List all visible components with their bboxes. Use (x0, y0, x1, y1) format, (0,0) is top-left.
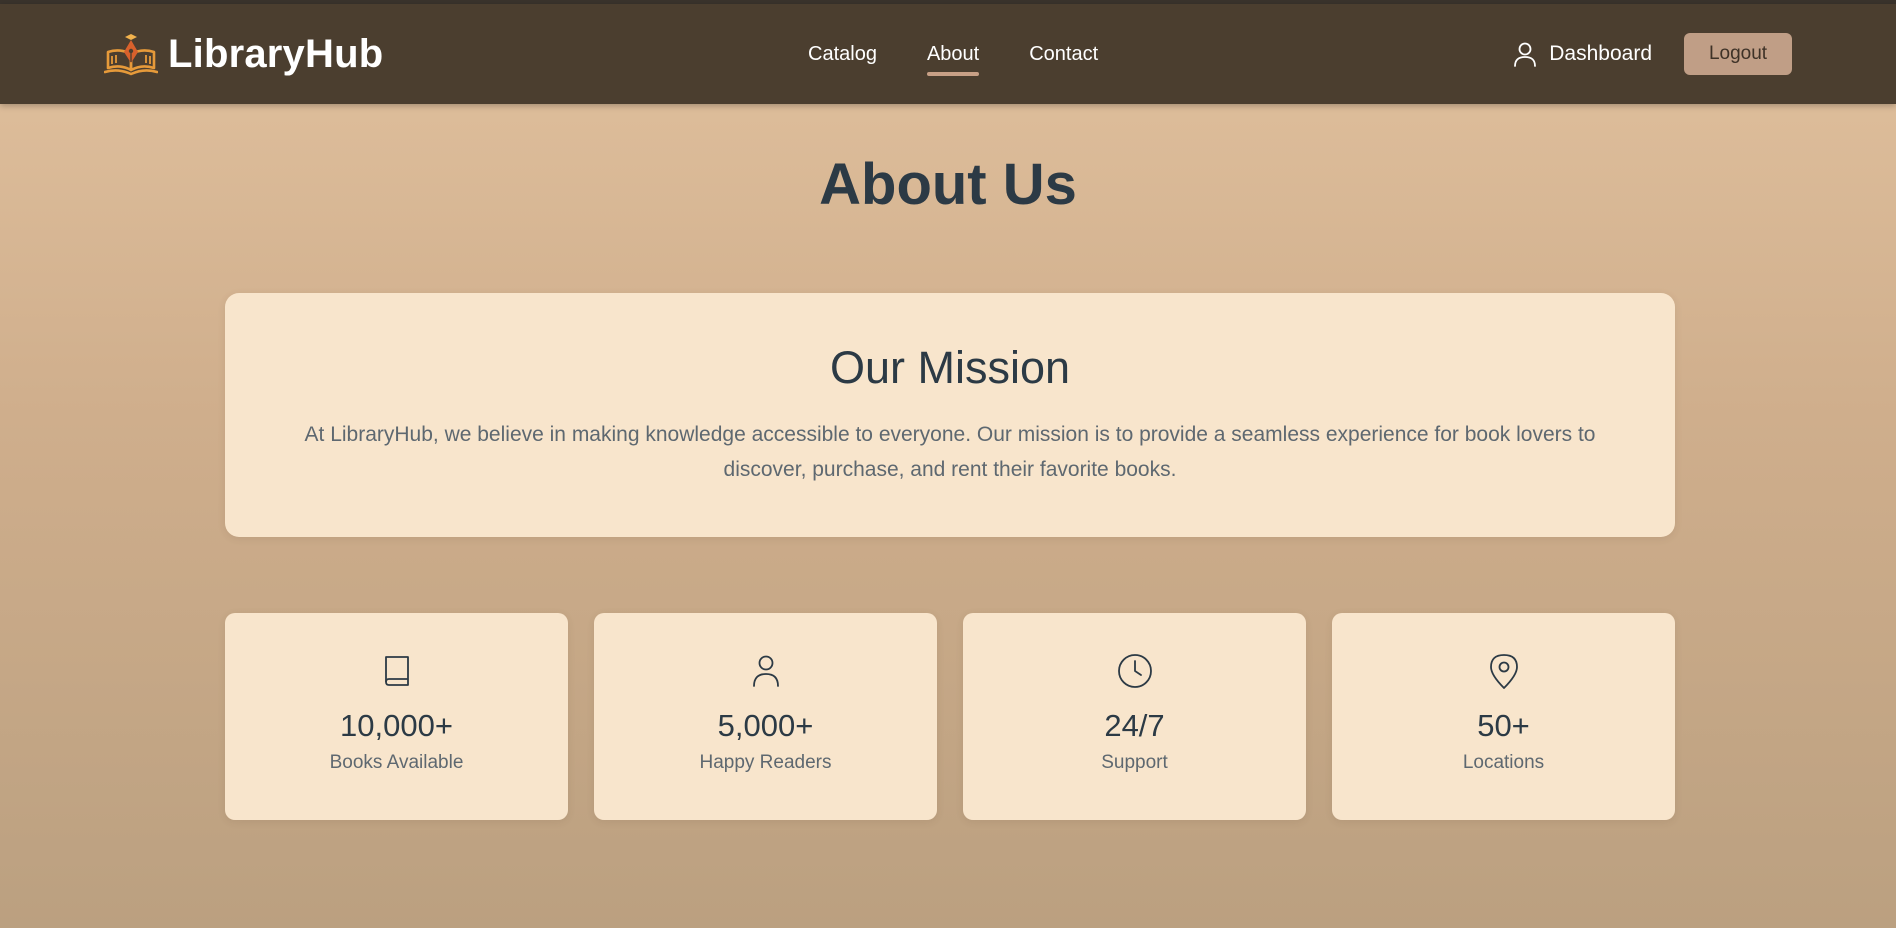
navbar: LibraryHub Catalog About Contact Dashboa… (0, 4, 1896, 104)
clock-icon (1117, 654, 1152, 688)
book-icon (384, 656, 409, 686)
logout-button[interactable]: Logout (1684, 33, 1792, 75)
mission-title: Our Mission (829, 342, 1071, 393)
open-book-pen-icon (104, 34, 158, 76)
map-pin-icon (1489, 654, 1518, 689)
user-icon (1514, 42, 1537, 67)
stat-card-books: 10,000+ Books Available (225, 613, 568, 820)
dashboard-label: Dashboard (1549, 42, 1652, 65)
stat-label: Locations (1462, 752, 1545, 773)
stat-card-locations: 50+ Locations (1332, 613, 1675, 820)
brand-name: LibraryHub (168, 32, 384, 76)
stat-label: Support (1101, 752, 1168, 773)
stats-row: 10,000+ Books Available 5,000+ Happy Rea… (225, 613, 1675, 820)
stat-value: 24/7 (1104, 708, 1165, 743)
stat-value: 10,000+ (340, 708, 453, 743)
stat-card-support: 24/7 Support (963, 613, 1306, 820)
stat-label: Books Available (329, 752, 464, 773)
nav-catalog[interactable]: Catalog (808, 42, 877, 66)
nav-about[interactable]: About (926, 42, 980, 76)
user-actions: Dashboard Logout (1511, 4, 1792, 104)
stat-value: 5,000+ (717, 708, 814, 743)
main-nav: Catalog About Contact (808, 4, 1148, 104)
dashboard-link[interactable]: Dashboard (1511, 40, 1652, 68)
stat-card-readers: 5,000+ Happy Readers (594, 613, 937, 820)
mission-text: At LibraryHub, we believe in making know… (304, 423, 1596, 481)
mission-card: Our Mission At LibraryHub, we believe in… (225, 293, 1675, 537)
brand-link[interactable]: LibraryHub (104, 30, 383, 78)
stat-label: Happy Readers (699, 752, 832, 773)
page-title: About Us (819, 152, 1077, 217)
stat-value: 50+ (1477, 708, 1530, 743)
nav-contact[interactable]: Contact (1029, 42, 1098, 66)
user-icon (752, 655, 779, 687)
